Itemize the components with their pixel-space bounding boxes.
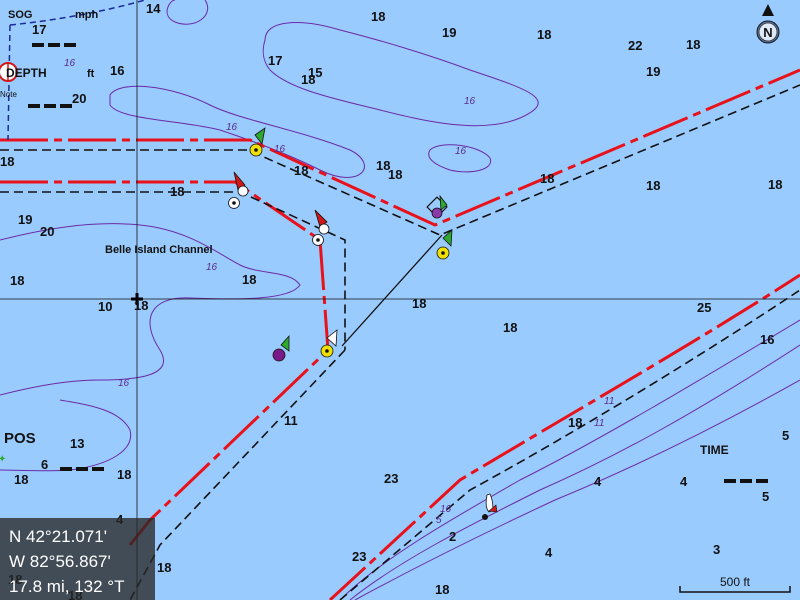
depth-sounding: 13: [70, 436, 84, 451]
contour-label: 16: [118, 378, 130, 389]
contour-label: 16: [274, 144, 286, 155]
depth-sounding: 18: [388, 167, 402, 182]
depth-note: Note: [0, 90, 17, 99]
contour-label: 16: [64, 58, 76, 69]
depth-sounding: 16: [760, 332, 774, 347]
longitude: W 82°56.867': [9, 552, 111, 571]
depth-sounding: 18: [686, 37, 700, 52]
contour-label: 16: [226, 122, 238, 133]
depth-sounding: 19: [646, 64, 660, 79]
depth-unit: ft: [87, 68, 95, 80]
depth-sounding: 3: [713, 542, 720, 557]
channel-name: Belle Island Channel: [105, 244, 213, 256]
depth-sounding: 18: [294, 163, 308, 178]
depth-sounding: 5: [762, 489, 769, 504]
pos-label: POS: [4, 430, 36, 447]
contour-label: 16: [455, 146, 467, 157]
depth-sounding: 18: [568, 415, 582, 430]
compass-letter: N: [763, 25, 772, 40]
pos-green-marker-icon: ✦: [0, 454, 6, 465]
contour-label: 16: [440, 504, 452, 515]
depth-sounding: 18: [117, 467, 131, 482]
depth-sounding: 18: [412, 296, 426, 311]
depth-sounding: 18: [14, 472, 28, 487]
depth-sounding: 6: [41, 457, 48, 472]
sog-value: 17: [32, 22, 46, 37]
depth-sounding: 4: [545, 545, 553, 560]
depth-sounding: 18: [10, 273, 24, 288]
depth-sounding: 18: [435, 582, 449, 597]
depth-sounding: 18: [768, 177, 782, 192]
depth-sounding: 18: [170, 184, 184, 199]
depth-sounding: 19: [18, 212, 32, 227]
depth-sounding: 18: [301, 72, 315, 87]
distance-bearing: 17.8 mi, 132 °T: [9, 577, 125, 596]
depth-sounding: 18: [503, 320, 517, 335]
depth-sounding: 11: [284, 413, 298, 428]
depth-sounding: 2: [449, 529, 456, 544]
latitude: N 42°21.071': [9, 527, 107, 546]
depth-sounding: 17: [268, 53, 282, 68]
depth-sounding: 22: [628, 38, 642, 53]
depth-value: 20: [72, 91, 86, 106]
water-background: [0, 0, 800, 600]
depth-sounding: 25: [697, 300, 711, 315]
depth-sounding: 23: [384, 471, 398, 486]
contour-label: 5: [436, 515, 442, 526]
contour-label: 16: [464, 96, 476, 107]
sog-label: SOG: [8, 9, 32, 21]
depth-sounding: 16: [110, 63, 124, 78]
depth-sounding: 18: [646, 178, 660, 193]
contour-label: 11: [594, 418, 604, 429]
scale-label: 500 ft: [720, 575, 751, 589]
position-readout[interactable]: N 42°21.071' W 82°56.867' 17.8 mi, 132 °…: [0, 518, 155, 600]
depth-sounding: 18: [537, 27, 551, 42]
depth-label: DEPTH: [6, 66, 47, 80]
depth-sounding: 18: [0, 154, 14, 169]
depth-sounding: 20: [40, 224, 54, 239]
depth-sounding: 14: [146, 1, 161, 16]
depth-sounding: 18: [157, 560, 171, 575]
depth-sounding: 5: [782, 428, 789, 443]
depth-sounding: 4: [680, 474, 688, 489]
nautical-chart[interactable]: 141819 1822 181916171518181818181818 181920…: [0, 0, 800, 600]
depth-sounding: 10: [98, 299, 112, 314]
depth-sounding: 23: [352, 549, 366, 564]
time-label: TIME: [700, 443, 729, 457]
depth-sounding: 18: [242, 272, 256, 287]
depth-sounding: 18: [540, 171, 554, 186]
contour-label: 11: [604, 396, 614, 407]
depth-sounding: 19: [442, 25, 456, 40]
contour-label: 16: [206, 262, 218, 273]
depth-sounding: 4: [594, 474, 602, 489]
sog-unit: mph: [75, 9, 99, 21]
depth-sounding: 18: [371, 9, 385, 24]
depth-sounding: 18: [134, 298, 148, 313]
